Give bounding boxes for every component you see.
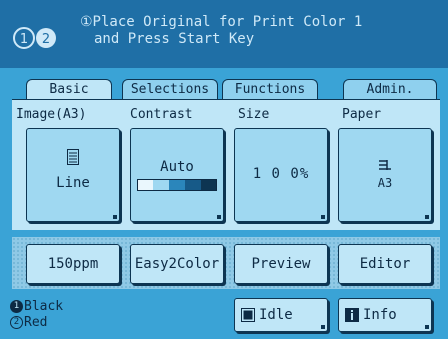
svg-text:1: 1 [20, 32, 28, 47]
ink-2-label: Red [24, 315, 48, 330]
tab-basic[interactable]: Basic [26, 79, 112, 100]
message-header: 1 2 ①Place Original for Print Color 1 an… [0, 0, 448, 68]
info-label: Info [363, 307, 397, 323]
size-button[interactable]: 1 0 0% [234, 128, 328, 222]
paper-value: A3 [377, 176, 393, 190]
tab-selections[interactable]: Selections [122, 79, 218, 100]
tab-admin[interactable]: Admin. [343, 79, 437, 100]
button-corner [425, 325, 429, 329]
info-button[interactable]: Info [338, 298, 432, 332]
button-corner [321, 325, 325, 329]
panel-screen: 1 2 ①Place Original for Print Color 1 an… [0, 0, 448, 339]
print-color-1-2-icon: 1 2 [13, 27, 56, 49]
size-label: Size [238, 107, 270, 122]
status-message-line1: ①Place Original for Print Color 1 [80, 14, 363, 30]
ink-1-label: Black [24, 299, 64, 314]
monitor-icon [241, 308, 255, 322]
easy2color-button[interactable]: Easy2Color [130, 244, 224, 284]
svg-text:2: 2 [42, 32, 50, 47]
ink-2-number: 2 [10, 316, 23, 329]
tab-functions[interactable]: Functions [222, 79, 318, 100]
document-icon [67, 149, 79, 165]
info-icon [345, 308, 359, 322]
ink-1-status: 1 Black [10, 299, 63, 314]
image-mode-value: Line [56, 175, 90, 191]
speed-button[interactable]: 150ppm [26, 244, 120, 284]
contrast-label: Contrast [130, 107, 193, 122]
contrast-button[interactable]: Auto [130, 128, 224, 222]
image-mode-button[interactable]: Line [26, 128, 120, 222]
paper-label: Paper [342, 107, 382, 122]
paper-stack-icon [379, 160, 391, 170]
contrast-level-icon [137, 179, 217, 191]
image-label: Image(A3) [16, 107, 87, 122]
editor-button[interactable]: Editor [338, 244, 432, 284]
size-value: 1 0 0% [252, 166, 310, 182]
paper-button[interactable]: A3 [338, 128, 432, 222]
status-message-line2: and Press Start Key [94, 31, 255, 47]
contrast-value: Auto [160, 159, 194, 175]
button-corner [113, 215, 117, 219]
idle-button[interactable]: Idle [234, 298, 328, 332]
ink-1-number: 1 [10, 300, 23, 313]
ink-2-status: 2 Red [10, 315, 47, 330]
idle-label: Idle [259, 307, 293, 323]
status-message: ①Place Original for Print Color 1 and Pr… [80, 14, 362, 48]
button-corner [425, 215, 429, 219]
button-corner [217, 215, 221, 219]
preview-button[interactable]: Preview [234, 244, 328, 284]
button-corner [321, 215, 325, 219]
